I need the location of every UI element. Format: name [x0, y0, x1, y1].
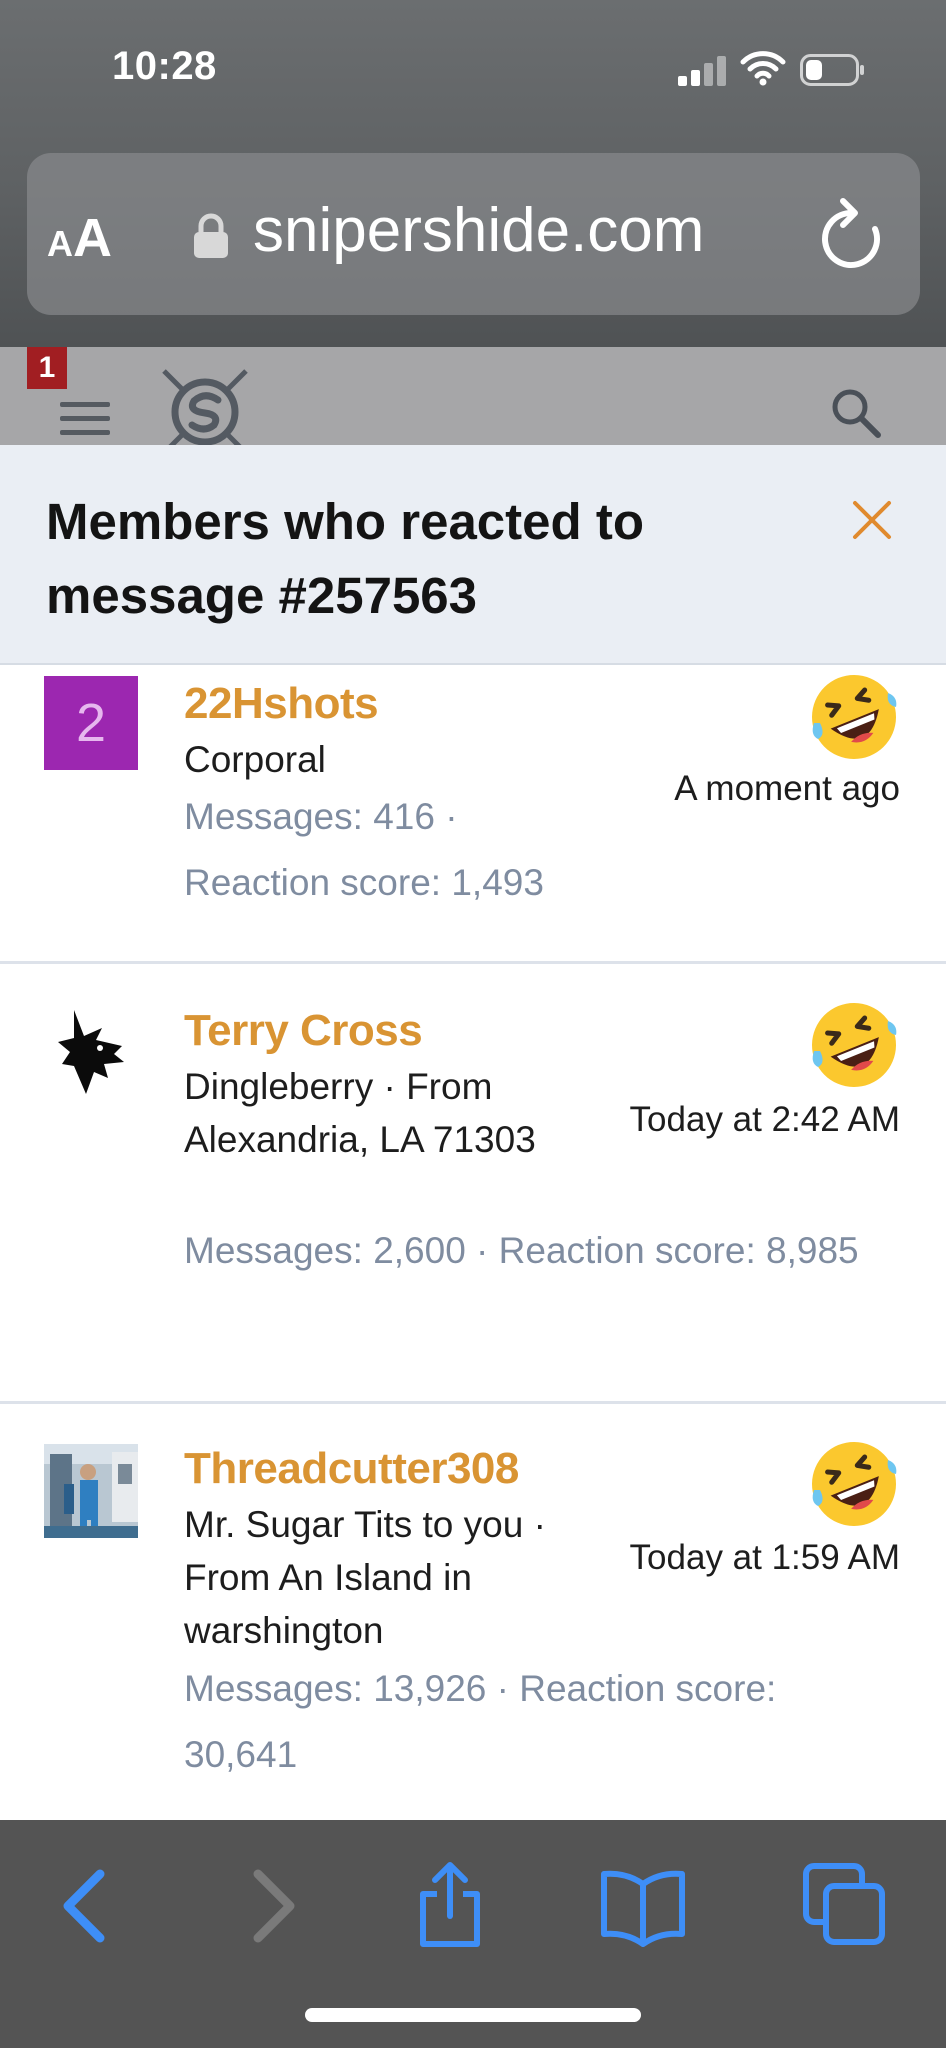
home-indicator: [305, 2008, 641, 2022]
back-icon[interactable]: [40, 1860, 130, 1950]
tabs-icon[interactable]: [800, 1860, 890, 1950]
overlay-header: Members who reacted to message #257563: [0, 445, 946, 665]
status-time: 10:28: [112, 44, 217, 88]
site-header: 1: [0, 347, 946, 445]
member-name[interactable]: Terry Cross: [184, 1006, 423, 1056]
reload-icon[interactable]: [817, 197, 885, 269]
battery-icon: [800, 54, 864, 86]
member-name[interactable]: 22Hshots: [184, 679, 379, 729]
rolling-on-floor-laughing-icon: [812, 1003, 897, 1087]
url-domain[interactable]: snipershide.com: [253, 195, 704, 266]
member-title: Mr. Sugar Tits to you · From An Island i…: [184, 1504, 546, 1651]
reaction-time: A moment ago: [674, 769, 900, 808]
rolling-on-floor-laughing-icon: [812, 675, 897, 759]
bookmarks-icon[interactable]: [598, 1860, 688, 1950]
reaction-time: Today at 1:59 AM: [629, 1538, 900, 1577]
list-item: Threadcutter308 Mr. Sugar Tits to you · …: [0, 1404, 946, 1820]
member-list: 2 22Hshots Corporal Messages: 416 · Reac…: [0, 667, 946, 1820]
text-size-button[interactable]: AA: [47, 207, 112, 269]
menu-icon[interactable]: [60, 402, 110, 438]
avatar[interactable]: [44, 1444, 138, 1538]
forward-icon[interactable]: [228, 1860, 318, 1950]
address-bar[interactable]: AA snipershide.com: [27, 153, 920, 315]
share-icon[interactable]: [405, 1860, 495, 1950]
wifi-icon: [740, 51, 786, 86]
avatar[interactable]: [44, 1006, 138, 1100]
member-title: Corporal: [184, 739, 326, 780]
overlay-title: Members who reacted to message #257563: [46, 493, 644, 624]
browser-top-chrome: 10:28 AA snipershide.com: [0, 0, 946, 347]
reaction-time: Today at 2:42 AM: [629, 1100, 900, 1139]
list-item: Terry Cross Dingleberry · From Alexandri…: [0, 964, 946, 1404]
member-stats: Messages: 416 · Reaction score: 1,493: [184, 796, 544, 903]
search-icon[interactable]: [830, 387, 882, 439]
cellular-signal-icon: [678, 56, 728, 86]
site-logo[interactable]: [160, 367, 250, 445]
alert-count-badge[interactable]: 1: [27, 347, 67, 389]
member-stats: Messages: 2,600 · Reaction score: 8,985: [184, 1230, 859, 1271]
member-stats: Messages: 13,926 · Reaction score: 30,64…: [184, 1668, 777, 1775]
close-icon[interactable]: [846, 494, 898, 546]
member-title: Dingleberry · From Alexandria, LA 71303: [184, 1066, 536, 1160]
list-item: 2 22Hshots Corporal Messages: 416 · Reac…: [0, 667, 946, 964]
member-name[interactable]: Threadcutter308: [184, 1444, 519, 1494]
avatar[interactable]: 2: [44, 676, 138, 770]
lock-icon: [194, 213, 228, 258]
rolling-on-floor-laughing-icon: [812, 1442, 897, 1526]
